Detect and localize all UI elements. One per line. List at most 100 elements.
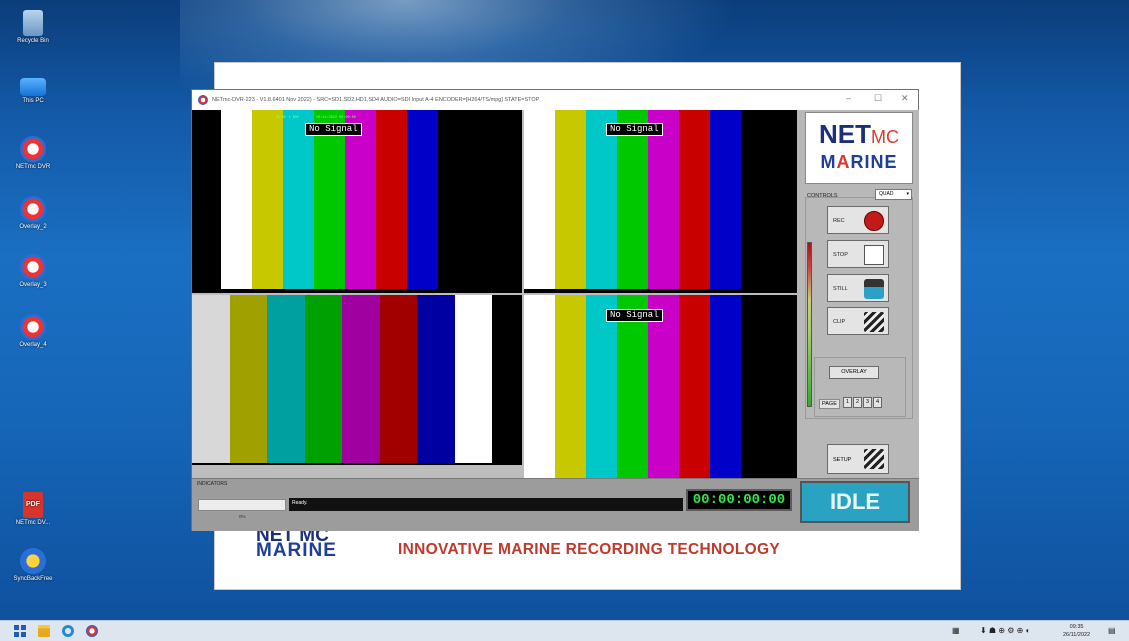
logo-marine-rest: RINE — [850, 152, 898, 172]
setup-button[interactable]: SETUP — [827, 444, 889, 474]
notification-icon[interactable]: ▤ — [1108, 626, 1116, 635]
stop-button[interactable]: STOP — [827, 240, 889, 268]
record-icon — [864, 211, 884, 231]
color-bar — [267, 295, 305, 463]
netmc-app-icon — [198, 95, 208, 105]
color-bar — [710, 110, 741, 289]
page-1-button[interactable]: 1 — [843, 397, 852, 408]
page-4-button[interactable]: 4 — [873, 397, 882, 408]
desktop-icon-label: SyncBackFree — [13, 576, 53, 582]
desktop-icon-label: NETmc DV... — [15, 520, 51, 526]
pc-icon — [20, 78, 46, 96]
clock-time: 09:35 — [1069, 624, 1084, 630]
indicators-panel: INDICATORS 0% Ready. 00:00:00:00 IDLE — [192, 478, 919, 531]
window-title: NETmc-DVR-223 - V1.8.6401 Nov 2022) - SR… — [212, 97, 540, 103]
netmc-overlay-icon — [20, 314, 46, 340]
color-bar — [376, 110, 407, 289]
start-button[interactable] — [14, 625, 26, 637]
camera-icon — [864, 279, 884, 299]
color-bar — [524, 295, 555, 479]
page-3-button[interactable]: 3 — [863, 397, 872, 408]
still-label: STILL — [833, 286, 848, 292]
progress-percent: 0% — [239, 514, 246, 519]
netmc-taskbar-icon[interactable] — [86, 625, 98, 637]
desktop-icon-label: Overlay_2 — [19, 224, 47, 230]
color-bar — [586, 110, 617, 289]
overlay-button[interactable]: OVERLAY — [829, 366, 879, 379]
control-panel: NETMC MARINE CONTROLS QUAD ▾ REC STOP ST… — [797, 110, 919, 478]
desktop-icon-this-pc[interactable]: This PC — [8, 74, 58, 104]
desktop-icon-overlay-2[interactable]: Overlay_2 — [8, 196, 58, 230]
close-button[interactable]: ✕ — [901, 93, 909, 104]
desktop-icon-overlay-4[interactable]: Overlay_4 — [8, 314, 58, 348]
taskbar: ▦ ⬇ ☗ ⊕ ⚙ ⊕ ◐ 09:35 26/11/2022 ▤ — [0, 620, 1129, 641]
desktop-icon-label: Recycle Bin — [17, 38, 49, 44]
desktop-icon-netmc-dvr[interactable]: NETmc DVR — [8, 136, 58, 170]
color-bar — [617, 295, 648, 479]
indicators-label: INDICATORS — [197, 481, 228, 487]
color-bar — [617, 110, 648, 289]
minimize-button[interactable]: – — [846, 93, 851, 103]
logo-net: NET — [819, 119, 871, 149]
page-2-button[interactable]: 2 — [853, 397, 862, 408]
video-quad-4[interactable]: No Signal — [524, 295, 797, 479]
logo-marine-a: A — [836, 152, 851, 172]
rec-button[interactable]: REC — [827, 206, 889, 234]
controls-label: CONTROLS — [807, 193, 838, 199]
desktop-icon-syncback[interactable]: SyncBackFree — [8, 548, 58, 582]
netmc-overlay-icon — [20, 196, 46, 222]
desktop-icon-label: This PC — [22, 98, 44, 104]
color-bar — [679, 295, 710, 479]
clip-label: CLIP — [833, 319, 846, 325]
view-mode-select[interactable]: QUAD ▾ — [875, 189, 912, 200]
state-indicator: IDLE — [800, 481, 910, 523]
desktop-icon-netmc-pdf[interactable]: PDF NETmc DV... — [8, 492, 58, 526]
color-bar — [407, 110, 438, 289]
clapperboard-icon — [864, 312, 884, 332]
video-quad-2[interactable]: No Signal — [524, 110, 797, 293]
still-button[interactable]: STILL — [827, 274, 889, 302]
color-bar — [252, 110, 283, 289]
video-quad-1[interactable]: NETMC 1 NOV 15/11/2022 00:00:00 No Signa… — [192, 110, 522, 293]
color-bar — [454, 295, 492, 463]
desktop-icon-label: NETmc DVR — [15, 164, 51, 170]
maximize-button[interactable]: ☐ — [874, 93, 882, 104]
chevron-down-icon: ▾ — [906, 191, 909, 197]
file-explorer-icon[interactable] — [38, 625, 50, 637]
netmc-dvr-window: NETmc-DVR-223 - V1.8.6401 Nov 2022) - SR… — [191, 89, 919, 531]
no-signal-label: No Signal — [305, 123, 362, 136]
logo-mc: MC — [871, 127, 899, 147]
color-bar — [524, 110, 555, 289]
clock-date: 26/11/2022 — [1063, 632, 1091, 638]
netmc-dvr-icon — [20, 136, 46, 162]
color-bar — [648, 295, 679, 479]
color-bar — [379, 295, 417, 463]
recycle-bin-icon — [23, 10, 43, 36]
system-tray-icons[interactable]: ⬇ ☗ ⊕ ⚙ ⊕ ◐ — [980, 626, 1030, 635]
desktop-icon-recycle-bin[interactable]: Recycle Bin — [8, 10, 58, 44]
clapperboard-icon — [864, 449, 884, 469]
no-signal-label: No Signal — [606, 123, 663, 136]
stop-icon — [864, 245, 884, 265]
progress-bar — [198, 499, 286, 511]
video-quad-3[interactable] — [192, 295, 522, 465]
color-bar — [304, 295, 342, 463]
title-bar[interactable]: NETmc-DVR-223 - V1.8.6401 Nov 2022) - SR… — [192, 90, 918, 110]
taskbar-clock[interactable]: 09:35 26/11/2022 — [1063, 623, 1090, 639]
stop-label: STOP — [833, 252, 848, 258]
setup-label: SETUP — [833, 457, 852, 463]
status-bar: Ready. — [289, 498, 683, 511]
clip-button[interactable]: CLIP — [827, 307, 889, 335]
color-bar — [555, 295, 586, 479]
color-bar — [417, 295, 455, 463]
color-bar — [221, 110, 252, 289]
color-bar — [586, 295, 617, 479]
desktop-icon-label: Overlay_3 — [19, 282, 47, 288]
timecode-display: 00:00:00:00 — [686, 489, 792, 511]
color-bar — [314, 110, 345, 289]
edge-browser-icon[interactable] — [62, 625, 74, 637]
rec-label: REC — [833, 218, 845, 224]
color-bar — [679, 110, 710, 289]
keyboard-icon[interactable]: ▦ — [952, 626, 960, 635]
desktop-icon-overlay-3[interactable]: Overlay_3 — [8, 254, 58, 288]
